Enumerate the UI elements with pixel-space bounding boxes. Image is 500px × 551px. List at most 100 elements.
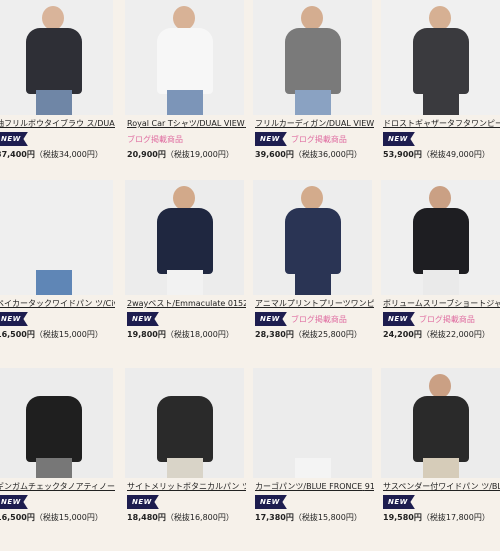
garment-bottom (36, 90, 72, 115)
product-image[interactable] (381, 368, 500, 478)
product-card[interactable]: ドロストギャザータフタワンピー ス/DUAL VIEW 9154 NEW 53,90… (381, 0, 500, 183)
new-badge: NEW (0, 312, 28, 326)
product-name-link[interactable]: ペイカータックワイドパン ツ/Civilige 9153 (0, 298, 115, 310)
product-name-link[interactable]: Royal Car Tシャツ/DUAL VIEW 9156 (125, 118, 246, 130)
product-card[interactable]: 袖フリルボウタイブラウ ス/DUAL VIEW 9157 NEW 37,400円（税… (0, 0, 115, 183)
price-incl-tax: 39,600円 (255, 150, 294, 159)
product-name-link[interactable]: ボリュームスリーブショートジャ ケット/Animilily 9150 (381, 298, 500, 310)
garment-top (285, 28, 341, 94)
product-card[interactable]: フリルカーディガン/DUAL VIEW 9155NEWブログ掲載商品 39,600… (253, 0, 374, 183)
price-excl-tax: （税抜49,000円） (421, 150, 490, 159)
model-head (173, 6, 195, 30)
new-badge: NEW (383, 312, 415, 326)
garment-top (157, 208, 213, 274)
product-image[interactable] (125, 368, 244, 478)
new-badge: NEW (383, 495, 415, 509)
product-name-link[interactable]: アニマルプリントプリーツワンピ ース/VIVA PRESTO 9151 (253, 298, 374, 310)
product-code: 0152 (227, 299, 246, 308)
product-meta: NEW (381, 494, 500, 510)
product-meta: NEW ブログ掲載商品 (381, 311, 500, 327)
product-name-link[interactable]: 袖フリルボウタイブラウ ス/DUAL VIEW 9157 (0, 118, 115, 130)
price-excl-tax: （税抜17,800円） (421, 513, 490, 522)
model-head (301, 186, 323, 210)
blog-featured-label: ブログ掲載商品 (418, 314, 475, 324)
new-badge: NEW (0, 132, 28, 146)
product-card[interactable]: 2wayベスト/Emmaculate 0152 NEW 19,800円（税抜18,0… (125, 180, 246, 363)
price-incl-tax: 19,580円 (383, 513, 422, 522)
product-card[interactable]: ギンガムチェックタノアティノー ドスカート/Deutriue 9149 NEW 16… (0, 368, 115, 551)
model-head (301, 374, 323, 398)
product-image[interactable] (381, 0, 500, 115)
product-image[interactable] (253, 0, 372, 115)
garment-bottom (295, 270, 331, 295)
new-badge: NEW (0, 495, 28, 509)
product-image[interactable] (381, 180, 500, 295)
price-excl-tax: （税抜18,000円） (165, 330, 234, 339)
product-name-link[interactable]: フリルカーディガン/DUAL VIEW 9155 (253, 118, 374, 130)
product-price: 28,380円（税抜25,800円） (253, 329, 374, 340)
product-name: 袖フリルボウタイブラウ ス/DUAL VIEW (0, 119, 115, 128)
product-name-link[interactable]: カーゴパンツ/BLUE FRONCE 9147 (253, 481, 374, 493)
product-price: 20,900円（税抜19,000円） (125, 149, 246, 160)
product-name: カーゴパンツ/BLUE FRONCE (255, 482, 363, 491)
product-meta: NEW ブログ掲載商品 (253, 311, 374, 327)
new-badge: NEW (127, 495, 159, 509)
model-head (42, 186, 64, 210)
product-price: 24,200円（税抜22,000円） (381, 329, 500, 340)
product-image[interactable] (253, 368, 372, 478)
price-incl-tax: 24,200円 (383, 330, 422, 339)
product-name-link[interactable]: ドロストギャザータフタワンピー ス/DUAL VIEW 9154 (381, 118, 500, 130)
product-card[interactable]: ペイカータックワイドパン ツ/Civilige 9153 NEW 16,500円（税… (0, 180, 115, 363)
product-name-link[interactable]: ギンガムチェックタノアティノー ドスカート/Deutriue 9149 (0, 481, 115, 493)
product-name: ギンガムチェックタノアティノー ドスカート/Deutriue (0, 482, 115, 491)
price-excl-tax: （税抜34,000円） (34, 150, 103, 159)
product-image[interactable] (253, 180, 372, 295)
product-name-link[interactable]: サイトメリットボタニカルパン ツ/BLUE FRONCE 9148 (125, 481, 246, 493)
product-card[interactable]: ボリュームスリーブショートジャ ケット/Animilily 9150NEWブログ… (381, 180, 500, 363)
product-image[interactable] (0, 0, 113, 115)
product-price: 39,600円（税抜36,000円） (253, 149, 374, 160)
garment-bottom (295, 458, 331, 478)
garment-top (413, 208, 469, 274)
garment-bottom (423, 270, 459, 295)
product-card[interactable]: サイトメリットボタニカルパン ツ/BLUE FRONCE 9148 NEW 18,4… (125, 368, 246, 551)
product-row: ペイカータックワイドパン ツ/Civilige 9153NEW16,500円（税… (0, 180, 500, 363)
product-name: Royal Car Tシャツ/DUAL VIEW (127, 119, 245, 128)
new-badge: NEW (383, 132, 415, 146)
product-name: 2wayベスト/Emmaculate (127, 299, 226, 308)
blog-featured-label: ブログ掲載商品 (127, 134, 183, 144)
product-card[interactable]: カーゴパンツ/BLUE FRONCE 9147 NEW 17,380円（税抜15,8… (253, 368, 374, 551)
product-name: サスペンダー付ワイドパン ツ/BLUE FRONCE（ISKO） (383, 482, 500, 491)
model-head (42, 374, 64, 398)
product-meta: NEW ブログ掲載商品 (253, 131, 374, 147)
product-image[interactable] (0, 368, 113, 478)
product-image[interactable] (0, 180, 113, 295)
price-excl-tax: （税抜16,800円） (165, 513, 234, 522)
price-incl-tax: 17,380円 (255, 513, 294, 522)
garment-top (285, 208, 341, 274)
product-meta: ブログ掲載商品 (125, 131, 246, 147)
garment-top (26, 396, 82, 462)
product-image[interactable] (125, 0, 244, 115)
garment-bottom (167, 270, 203, 295)
price-excl-tax: （税抜22,000円） (421, 330, 490, 339)
product-meta: NEW (381, 131, 500, 147)
product-meta: NEW (125, 494, 246, 510)
garment-bottom (167, 90, 203, 115)
product-card[interactable]: Royal Car Tシャツ/DUAL VIEW 9156 ブログ掲載商品 20,9… (125, 0, 246, 183)
product-name-link[interactable]: 2wayベスト/Emmaculate 0152 (125, 298, 246, 310)
product-name-link[interactable]: サスペンダー付ワイドパン ツ/BLUE FRONCE（ISKO） 9146 (381, 481, 500, 493)
garment-bottom (36, 458, 72, 478)
garment-top (157, 396, 213, 462)
garment-bottom (167, 458, 203, 478)
product-meta: NEW (253, 494, 374, 510)
model-head (429, 6, 451, 30)
product-price: 19,580円（税抜17,800円） (381, 512, 500, 523)
model-head (173, 186, 195, 210)
product-card[interactable]: サスペンダー付ワイドパン ツ/BLUE FRONCE（ISKO） 9146 NEW… (381, 368, 500, 551)
product-price: 17,380円（税抜15,800円） (253, 512, 374, 523)
product-card[interactable]: アニマルプリントプリーツワンピ ース/VIVA PRESTO 9151NEWブロ… (253, 180, 374, 363)
garment-bottom (36, 270, 72, 295)
price-incl-tax: 18,480円 (127, 513, 166, 522)
product-image[interactable] (125, 180, 244, 295)
